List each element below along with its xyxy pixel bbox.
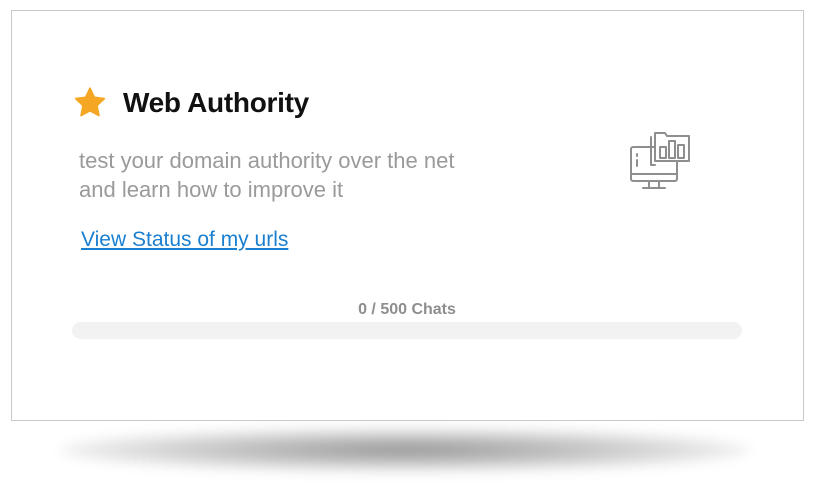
card-title: Web Authority (123, 87, 309, 118)
stage: Web Authority test your domain authority… (0, 0, 815, 504)
monitor-chart-icon (629, 129, 693, 193)
card-description: test your domain authority over the net … (79, 148, 455, 202)
usage-label: 0 / 500 Chats (358, 301, 456, 318)
card-header: Web Authority (72, 85, 309, 121)
web-authority-card: Web Authority test your domain authority… (11, 10, 804, 421)
star-icon (72, 85, 108, 121)
view-status-link[interactable]: View Status of my urls (81, 228, 288, 252)
usage-progress-bar (72, 322, 742, 339)
card-shadow (60, 428, 750, 472)
